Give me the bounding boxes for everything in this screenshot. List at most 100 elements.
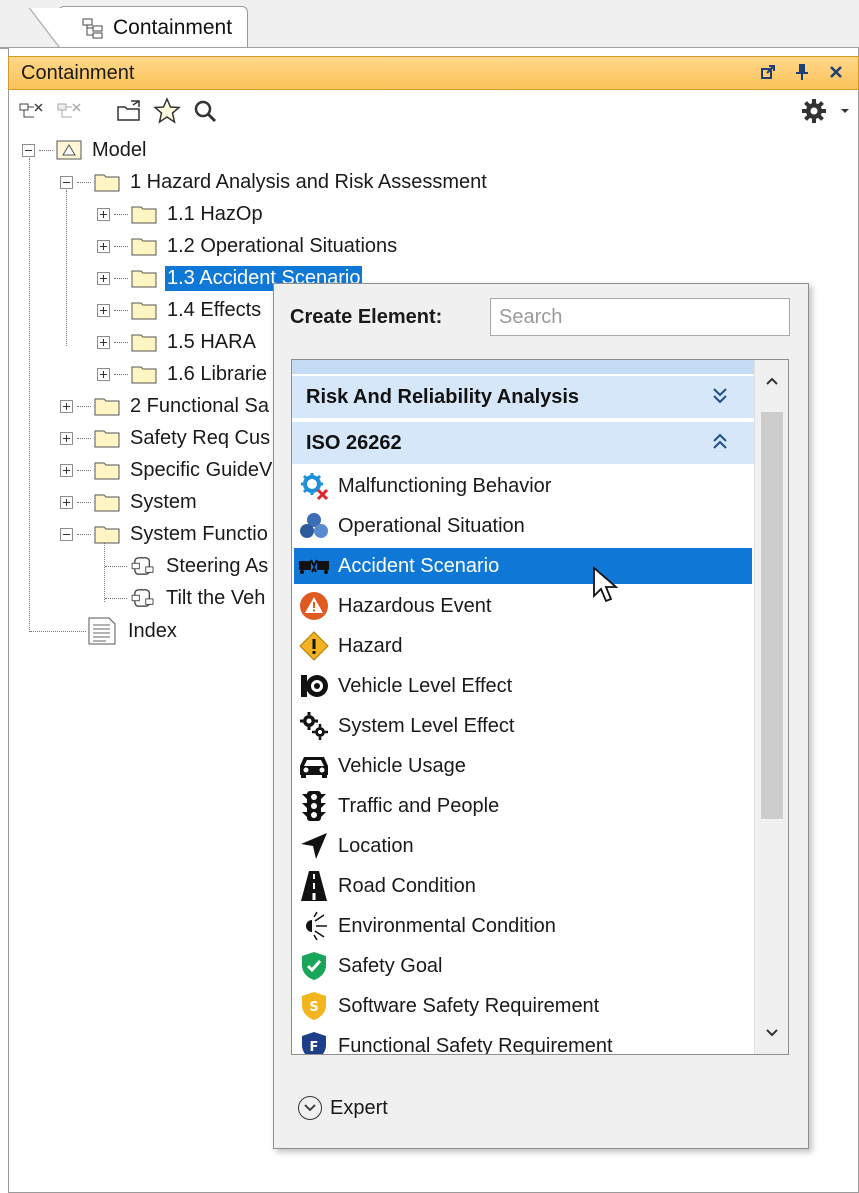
tree-node-hara[interactable]: 1 Hazard Analysis and Risk Assessment <box>60 166 489 198</box>
list-item-hazard[interactable]: Hazard <box>294 628 752 664</box>
hazard-icon <box>298 630 330 662</box>
list-item-label: Malfunctioning Behavior <box>338 474 552 497</box>
double-chevron-down-icon[interactable] <box>710 385 730 407</box>
list-item-label: Functional Safety Requirement <box>338 1034 613 1055</box>
tree-node-system[interactable]: System <box>60 486 199 518</box>
gear-icon[interactable] <box>797 94 831 128</box>
expand-toggle[interactable] <box>97 367 110 381</box>
list-item-software-safety-requirement[interactable]: S Software Safety Requirement <box>294 988 752 1024</box>
element-type-list: Risk And Reliability Analysis ISO 26262 … <box>291 359 789 1055</box>
expand-toggle[interactable] <box>97 239 110 253</box>
tree-node-hara-folder[interactable]: 1.5 HARA <box>97 326 258 358</box>
folder-icon <box>94 526 120 544</box>
tab-containment[interactable]: Containment <box>29 6 248 50</box>
tree-node-system-functions[interactable]: System Functio <box>60 518 270 550</box>
tree-node-label: System Functio <box>130 522 268 545</box>
system-level-effect-icon <box>298 710 330 742</box>
tree-node-functional-safety[interactable]: 2 Functional Sa <box>60 390 271 422</box>
search-input[interactable] <box>490 298 790 336</box>
vehicle-level-effect-icon <box>298 670 330 702</box>
list-item-road-condition[interactable]: Road Condition <box>294 868 752 904</box>
close-icon[interactable] <box>828 61 844 83</box>
location-arrow-icon <box>298 830 330 862</box>
tree-node-label: Steering As <box>166 554 269 577</box>
tree-node-label: Specific GuideV <box>130 458 273 481</box>
tree-node-tilt-vehicle[interactable]: Tilt the Veh <box>105 582 267 614</box>
collapse-all-icon[interactable] <box>14 94 48 128</box>
expand-toggle[interactable] <box>60 463 73 477</box>
search-icon[interactable] <box>188 94 222 128</box>
list-item-vehicle-level-effect[interactable]: Vehicle Level Effect <box>294 668 752 704</box>
double-chevron-up-icon[interactable] <box>710 431 730 453</box>
list-item-functional-safety-requirement[interactable]: F Functional Safety Requirement <box>294 1028 752 1055</box>
list-item-traffic-and-people[interactable]: Traffic and People <box>294 788 752 824</box>
list-item-system-level-effect[interactable]: System Level Effect <box>294 708 752 744</box>
list-item-location[interactable]: Location <box>294 828 752 864</box>
folder-icon <box>131 366 157 384</box>
document-index-icon <box>88 617 116 645</box>
tree-node-safety-req[interactable]: Safety Req Cus <box>60 422 272 454</box>
list-item-operational-situation[interactable]: Operational Situation <box>294 508 752 544</box>
scroll-down-icon[interactable] <box>755 1016 788 1050</box>
tree-node-label: Model <box>92 138 147 161</box>
tree-node-label: Tilt the Veh <box>166 586 266 609</box>
car-icon <box>298 750 330 782</box>
expert-toggle[interactable]: Expert <box>298 1096 388 1120</box>
folder-icon <box>131 206 157 224</box>
list-item-label: Vehicle Level Effect <box>338 674 513 697</box>
tree-toolbar <box>8 90 859 132</box>
list-item-malfunctioning-behavior[interactable]: Malfunctioning Behavior <box>294 468 752 504</box>
list-item-hazardous-event[interactable]: Hazardous Event <box>294 588 752 624</box>
category-strip <box>292 360 754 374</box>
list-item-label: Environmental Condition <box>338 914 556 937</box>
function-icon <box>131 589 154 607</box>
open-project-icon[interactable] <box>112 94 146 128</box>
expand-all-icon[interactable] <box>52 94 86 128</box>
collapse-toggle[interactable] <box>60 527 73 541</box>
list-item-vehicle-usage[interactable]: Vehicle Usage <box>294 748 752 784</box>
road-icon <box>298 870 330 902</box>
list-scrollbar[interactable] <box>754 360 788 1054</box>
list-item-label: System Level Effect <box>338 714 515 737</box>
tree-node-model[interactable]: Model <box>22 134 148 166</box>
tree-node-label: Safety Req Cus <box>130 426 271 449</box>
expand-toggle[interactable] <box>97 271 110 285</box>
collapse-toggle[interactable] <box>22 143 35 157</box>
list-item-safety-goal[interactable]: Safety Goal <box>294 948 752 984</box>
scroll-thumb[interactable] <box>761 412 783 819</box>
category-risk-and-reliability[interactable]: Risk And Reliability Analysis <box>292 376 754 418</box>
favorite-star-icon[interactable] <box>150 94 184 128</box>
tree-node-libraries[interactable]: 1.6 Librarie <box>97 358 269 390</box>
tree-node-label: 1.4 Effects <box>167 298 262 321</box>
restore-icon[interactable] <box>760 61 776 83</box>
pin-icon[interactable] <box>794 61 810 83</box>
create-element-label: Create Element: <box>290 306 443 328</box>
list-item-label: Vehicle Usage <box>338 754 466 777</box>
expand-toggle[interactable] <box>97 207 110 221</box>
tree-node-operational-situations[interactable]: 1.2 Operational Situations <box>97 230 399 262</box>
folder-icon <box>131 334 157 352</box>
expand-toggle[interactable] <box>97 335 110 349</box>
safety-goal-shield-icon <box>298 950 330 982</box>
function-icon <box>131 557 154 575</box>
scroll-up-icon[interactable] <box>755 364 788 398</box>
list-item-label: Road Condition <box>338 874 476 897</box>
expand-toggle[interactable] <box>60 495 73 509</box>
expand-toggle[interactable] <box>60 431 73 445</box>
tree-node-label: System <box>130 490 197 513</box>
chevron-down-circle-icon <box>298 1096 322 1120</box>
tree-node-effects[interactable]: 1.4 Effects <box>97 294 263 326</box>
tree-node-specific-guide[interactable]: Specific GuideV <box>60 454 274 486</box>
tree-node-hazop[interactable]: 1.1 HazOp <box>97 198 265 230</box>
expand-toggle[interactable] <box>97 303 110 317</box>
list-item-label: Accident Scenario <box>338 554 500 577</box>
dropdown-arrow-icon[interactable] <box>837 94 853 128</box>
list-item-environmental-condition[interactable]: Environmental Condition <box>294 908 752 944</box>
collapse-toggle[interactable] <box>60 175 73 189</box>
category-iso-26262[interactable]: ISO 26262 <box>292 422 754 464</box>
expand-toggle[interactable] <box>60 399 73 413</box>
tree-node-steering[interactable]: Steering As <box>105 550 270 582</box>
list-item-accident-scenario[interactable]: Accident Scenario <box>294 548 752 584</box>
tree-node-index[interactable]: Index <box>86 615 179 647</box>
malfunction-gear-icon <box>298 470 330 502</box>
